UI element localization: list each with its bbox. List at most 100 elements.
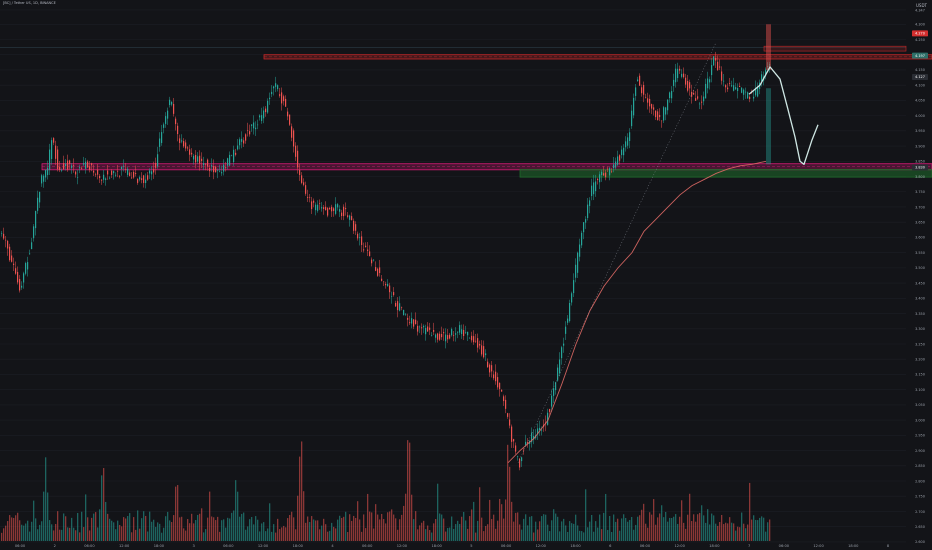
- candle-body: [499, 382, 501, 390]
- candle: [457, 331, 459, 339]
- candle: [49, 143, 51, 175]
- volume-bar: [141, 518, 143, 541]
- price-tick-label: 4.347: [915, 8, 925, 12]
- candle-body: [609, 168, 611, 176]
- candle-body: [383, 281, 385, 283]
- volume-bar: [327, 531, 329, 541]
- volume-bar: [395, 518, 397, 541]
- time-tick-label: 8: [887, 544, 890, 548]
- candle-body: [675, 68, 677, 83]
- volume-bar: [403, 505, 405, 541]
- candle-body: [715, 57, 717, 61]
- candle-body: [637, 79, 639, 81]
- candle-body: [99, 175, 101, 179]
- candle: [19, 275, 21, 293]
- volume-bar: [299, 456, 301, 541]
- volume-bar: [1, 532, 3, 541]
- candle-body: [169, 99, 171, 106]
- candle-body: [439, 333, 441, 340]
- candle-body: [653, 107, 655, 110]
- volume-bar: [223, 519, 225, 541]
- volume-bar: [251, 516, 253, 541]
- candle: [539, 420, 541, 436]
- volume-bar: [495, 528, 497, 541]
- candle: [395, 300, 397, 307]
- trading-chart[interactable]: [BC] / Tether US, 1D, BINANCE USDT 4.347…: [0, 0, 932, 550]
- candle: [521, 456, 523, 467]
- candle-body: [721, 71, 723, 81]
- candle: [293, 128, 295, 153]
- volume-bar: [751, 519, 753, 541]
- candle-body: [387, 283, 389, 286]
- candle: [733, 77, 735, 92]
- candle-body: [501, 389, 503, 392]
- candle: [361, 231, 363, 252]
- volume-bar: [509, 466, 511, 541]
- time-tick-label: 18:00: [293, 544, 304, 548]
- candle-body: [39, 191, 41, 203]
- zones: [41, 45, 932, 178]
- volume-bar: [447, 528, 449, 541]
- candle-body: [645, 96, 647, 98]
- volume-bar: [319, 529, 321, 541]
- candle: [753, 90, 755, 102]
- candle: [507, 412, 509, 419]
- candle-body: [729, 83, 731, 84]
- candle-body: [469, 337, 471, 339]
- candle: [305, 181, 307, 196]
- candle-body: [513, 439, 515, 442]
- volume-bar: [119, 524, 121, 541]
- candle-body: [497, 377, 499, 388]
- candle: [699, 101, 701, 110]
- candle: [341, 209, 343, 220]
- candle-body: [363, 249, 365, 251]
- candle: [101, 179, 103, 185]
- candle: [759, 79, 761, 95]
- candle-body: [613, 164, 615, 169]
- volume-bar: [659, 513, 661, 541]
- volume-bar: [379, 519, 381, 541]
- candle-body: [201, 158, 203, 161]
- candle: [493, 370, 495, 381]
- candle-body: [173, 103, 175, 114]
- candle: [585, 216, 587, 229]
- candle-body: [157, 154, 159, 167]
- candle: [725, 84, 727, 93]
- candle: [145, 173, 147, 189]
- candle: [685, 73, 687, 88]
- volume-bar: [531, 516, 533, 541]
- volume-bar: [535, 521, 537, 541]
- candle-body: [403, 309, 405, 316]
- candle: [409, 315, 411, 325]
- volume-bar: [541, 516, 543, 541]
- candle-body: [237, 145, 239, 150]
- candle: [625, 136, 627, 152]
- candle-body: [299, 169, 301, 175]
- candle-body: [427, 326, 429, 332]
- volume-bar: [551, 520, 553, 541]
- candle-body: [523, 449, 525, 451]
- candle-body: [365, 245, 367, 248]
- candle: [265, 106, 267, 117]
- volume-bar: [121, 526, 123, 541]
- volume-bar: [315, 520, 317, 541]
- candle-body: [21, 285, 23, 288]
- volume-bar: [269, 503, 271, 541]
- volume-bar: [433, 523, 435, 541]
- chart-canvas[interactable]: 4.3474.3004.2504.2004.1504.1004.0504.000…: [0, 0, 932, 550]
- volume-bar: [683, 522, 685, 541]
- volume-bar: [559, 531, 561, 541]
- volume-bar: [663, 517, 665, 541]
- volume-bar: [651, 514, 653, 541]
- candle: [159, 132, 161, 152]
- candle-body: [489, 364, 491, 373]
- candle: [331, 204, 333, 217]
- candle-body: [375, 267, 377, 271]
- volume-bar: [151, 521, 153, 541]
- volume-bar: [211, 516, 213, 541]
- candle-body: [323, 207, 325, 209]
- price-tick-label: 3.400: [915, 297, 925, 301]
- volume-bar: [39, 524, 41, 541]
- candle-body: [741, 87, 743, 93]
- candle: [397, 297, 399, 318]
